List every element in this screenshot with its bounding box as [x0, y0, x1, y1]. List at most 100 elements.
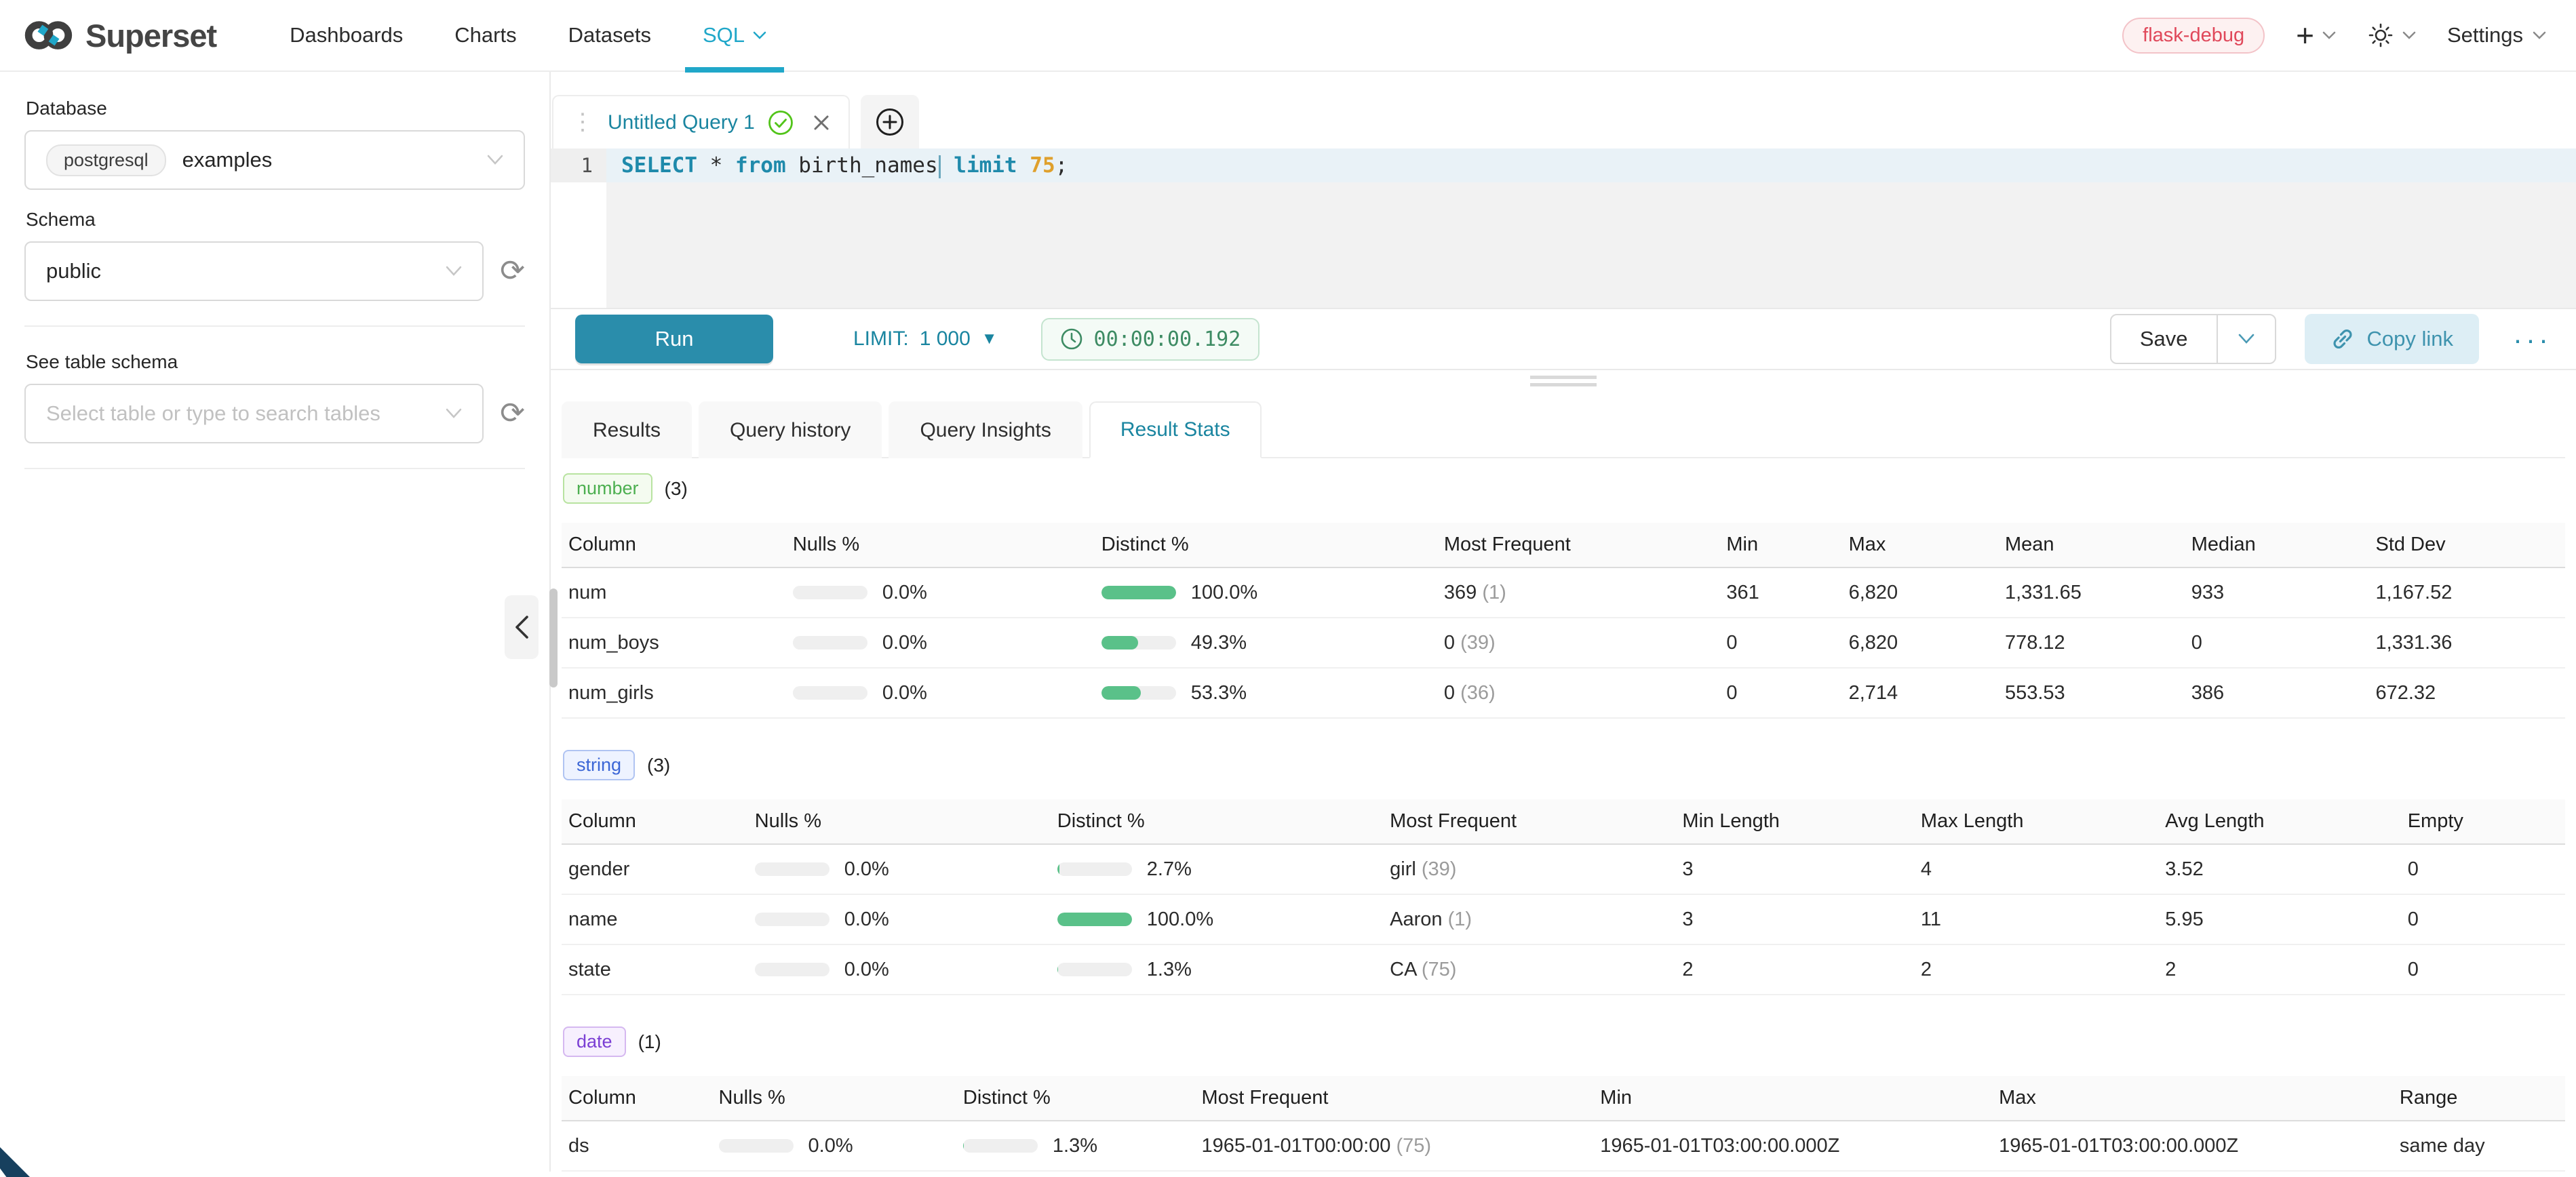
column-header: Column [562, 1076, 712, 1121]
table-row: num0.0%100.0%369 (1)3616,8201,331.659331… [562, 567, 2565, 618]
most-frequent-count: (39) [1416, 858, 1457, 880]
chevron-left-icon [513, 614, 530, 640]
stat-cell: 2 [1675, 944, 1914, 995]
nav-item-charts[interactable]: Charts [429, 0, 542, 71]
result-tab-query-insights[interactable]: Query Insights [889, 401, 1082, 458]
nulls-bar: 0.0% [755, 858, 1044, 881]
column-name-cell: ds [562, 1121, 712, 1171]
distinct-bar-track [1057, 963, 1132, 976]
section-tag-row: number(3) [563, 473, 2565, 504]
distinct-bar-track [1057, 862, 1132, 876]
column-header: Most Frequent [1437, 523, 1720, 567]
stat-cell: 3 [1675, 844, 1914, 894]
type-tag-string: string [563, 750, 635, 780]
database-label: Database [26, 98, 525, 119]
most-frequent-count: (1) [1443, 909, 1472, 930]
schema-select[interactable]: public [24, 241, 484, 301]
new-item-button[interactable]: + [2296, 20, 2336, 51]
app-body: Database postgresql examples Schema publ… [0, 72, 2576, 1172]
nulls-bar: 0.0% [755, 909, 1044, 931]
distinct-bar-label: 53.3% [1191, 682, 1247, 704]
nulls-bar-track [755, 913, 830, 926]
nulls-bar-label: 0.0% [844, 858, 889, 881]
plus-icon: + [2296, 20, 2314, 51]
sql-code-line[interactable]: SELECT * from birth_names limit 75; [606, 148, 2576, 182]
run-button[interactable]: Run [575, 315, 773, 363]
percent-cell: 0.0% [712, 1121, 956, 1171]
column-header: Most Frequent [1194, 1076, 1593, 1121]
type-tag-number: number [563, 473, 652, 504]
distinct-bar: 1.3% [963, 1135, 1188, 1157]
theme-toggle[interactable] [2367, 22, 2416, 49]
nulls-bar: 0.0% [755, 959, 1044, 981]
stat-cell: 2 [1914, 944, 2158, 995]
nulls-bar: 0.0% [719, 1135, 950, 1157]
collapse-sidebar-button[interactable] [505, 595, 539, 659]
stats-section-date: date(1)ColumnNulls %Distinct %Most Frequ… [562, 1026, 2565, 1172]
stat-cell: 1965-01-01T03:00:00.000Z [1992, 1121, 2393, 1171]
result-tab-results[interactable]: Results [562, 401, 692, 458]
scrollbar-thumb[interactable] [549, 588, 558, 687]
nav-item-label: SQL [703, 23, 745, 47]
sql-token: * [697, 153, 735, 178]
stat-cell: 0 [2401, 944, 2565, 995]
chevron-down-icon [446, 408, 462, 419]
column-header: Median [2185, 523, 2369, 567]
column-header: Nulls % [748, 799, 1051, 844]
brand-name: Superset [85, 17, 216, 54]
column-header: Std Dev [2368, 523, 2565, 567]
panel-resize-handle[interactable] [1530, 376, 1597, 386]
sql-token: SELECT [621, 153, 697, 178]
new-tab-button[interactable] [861, 95, 919, 148]
distinct-bar-track [1101, 636, 1176, 650]
refresh-schemas-icon[interactable]: ⟳ [500, 256, 525, 286]
database-select[interactable]: postgresql examples [24, 130, 525, 190]
percent-cell: 0.0% [786, 668, 1095, 718]
query-tab[interactable]: ⋮ Untitled Query 1 [552, 95, 850, 148]
result-tab-result-stats[interactable]: Result Stats [1089, 401, 1262, 458]
table-select[interactable]: Select table or type to search tables [24, 384, 484, 443]
most-frequent-value: 0 [1444, 632, 1455, 654]
percent-cell: 49.3% [1095, 618, 1437, 668]
nulls-bar-label: 0.0% [844, 909, 889, 931]
stat-cell: 6,820 [1842, 618, 1998, 668]
save-options-caret[interactable] [2217, 315, 2275, 363]
link-icon [2330, 327, 2355, 351]
distinct-bar-label: 1.3% [1147, 959, 1192, 981]
stat-cell: 11 [1914, 894, 2158, 944]
nav-item-dashboards[interactable]: Dashboards [264, 0, 429, 71]
distinct-bar-fill [1057, 862, 1059, 876]
distinct-bar: 53.3% [1101, 682, 1430, 704]
copy-link-button[interactable]: Copy link [2305, 314, 2480, 364]
most-frequent-value: 0 [1444, 682, 1455, 704]
distinct-bar-fill [1101, 586, 1176, 599]
nav-item-label: Datasets [568, 23, 651, 47]
nulls-bar-track [719, 1139, 794, 1153]
column-name-cell: num_boys [562, 618, 786, 668]
table-schema-label: See table schema [26, 351, 525, 373]
refresh-tables-icon[interactable]: ⟳ [500, 399, 525, 428]
most-frequent-value: girl [1390, 858, 1416, 880]
result-tab-query-history[interactable]: Query history [699, 401, 882, 458]
more-menu-icon[interactable]: ··· [2513, 332, 2552, 346]
stat-cell: 5.95 [2158, 894, 2400, 944]
column-name-cell: num [562, 567, 786, 618]
column-header: Range [2393, 1076, 2565, 1121]
stat-cell: 4 [1914, 844, 2158, 894]
table-row: state0.0%1.3%CA (75)2220 [562, 944, 2565, 995]
nav-right: flask-debug + Settings [2122, 18, 2546, 54]
nav-item-datasets[interactable]: Datasets [543, 0, 677, 71]
distinct-bar-fill [963, 1139, 964, 1153]
most-frequent-count: (39) [1455, 632, 1496, 654]
most-frequent-cell: Aaron (1) [1383, 894, 1675, 944]
code-area[interactable]: SELECT * from birth_names limit 75; [606, 148, 2576, 308]
type-count: (1) [638, 1031, 661, 1053]
superset-brand[interactable]: Superset [24, 17, 216, 54]
save-button[interactable]: Save [2111, 315, 2217, 363]
sql-editor[interactable]: 1 SELECT * from birth_names limit 75; [551, 148, 2576, 308]
most-frequent-count: (1) [1477, 582, 1506, 603]
limit-dropdown[interactable]: LIMIT: 1 000 ▼ [853, 327, 998, 351]
nav-item-sql[interactable]: SQL [677, 0, 792, 71]
close-tab-icon[interactable] [812, 113, 831, 132]
settings-menu[interactable]: Settings [2447, 23, 2546, 47]
